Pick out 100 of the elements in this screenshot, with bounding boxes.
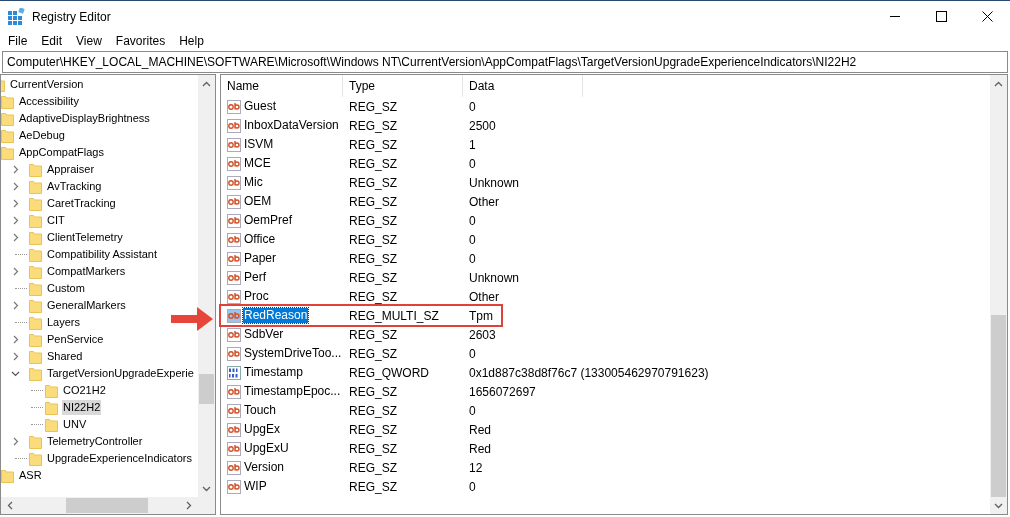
chevron-right-icon[interactable] (11, 335, 20, 344)
tree-item[interactable]: Layers (46, 315, 82, 330)
value-name[interactable]: Guest (243, 99, 277, 114)
chevron-right-icon[interactable] (11, 216, 20, 225)
column-header[interactable]: Name (221, 75, 343, 97)
value-type: REG_SZ (348, 269, 398, 287)
scroll-thumb[interactable] (66, 498, 148, 513)
vertical-scrollbar[interactable] (990, 75, 1007, 514)
value-name[interactable]: Version (243, 460, 286, 475)
column-header[interactable]: Type (343, 75, 463, 97)
folder-icon (29, 315, 42, 330)
value-name[interactable]: SdbVer (243, 327, 285, 342)
tree-item[interactable]: Appraiser (46, 162, 96, 177)
chevron-right-icon[interactable] (11, 165, 20, 174)
tree-item[interactable]: CO21H2 (62, 383, 107, 398)
value-name[interactable]: RedReason (243, 308, 309, 323)
value-name[interactable]: ISVM (243, 137, 275, 152)
value-data: 0 (468, 478, 476, 496)
value-name[interactable]: Office (243, 232, 277, 247)
value-data: Unknown (468, 174, 520, 192)
scroll-down-icon[interactable] (202, 484, 211, 493)
chevron-down-icon[interactable] (11, 369, 20, 378)
scroll-thumb[interactable] (991, 315, 1006, 497)
horizontal-scrollbar[interactable] (1, 497, 215, 514)
value-name[interactable]: WIP (243, 479, 268, 494)
vertical-scrollbar[interactable] (198, 75, 215, 497)
tree-item[interactable]: Accessibility (18, 94, 80, 109)
tree-item[interactable]: TelemetryController (46, 434, 144, 449)
tree-item[interactable]: Custom (46, 281, 86, 296)
menu-item[interactable]: Help (172, 32, 211, 51)
value-data: 2500 (468, 117, 496, 135)
tree-item[interactable]: PenService (46, 332, 105, 347)
menu-item[interactable]: File (1, 32, 35, 51)
chevron-right-icon[interactable] (11, 301, 20, 310)
chevron-right-icon[interactable] (11, 352, 20, 361)
scroll-right-icon[interactable] (184, 501, 193, 510)
value-name[interactable]: Paper (243, 251, 278, 266)
value-name[interactable]: OemPref (243, 213, 293, 228)
value-type: REG_SZ (348, 326, 398, 344)
string-value-icon (227, 422, 241, 437)
chevron-right-icon[interactable] (11, 267, 20, 276)
tree-item[interactable]: NI22H2 (62, 400, 102, 415)
menu-item[interactable]: Favorites (108, 32, 173, 51)
value-data: Other (468, 288, 499, 306)
tree-item[interactable]: ASR (18, 468, 43, 483)
tree-item[interactable]: AeDebug (18, 128, 66, 143)
tree-item[interactable]: Compatibility Assistant (46, 247, 159, 262)
string-value-icon (227, 194, 241, 209)
address-field[interactable]: Computer\HKEY_LOCAL_MACHINE\SOFTWARE\Microsoft\Windows NT\CurrentVersion\AppCompatFlags\TargetVersionUpgradeExperienceIndicators\NI22H2 (2, 51, 1008, 73)
value-name[interactable]: Proc (243, 289, 270, 304)
string-value-icon (227, 251, 241, 266)
value-name[interactable]: Perf (243, 270, 267, 285)
value-name[interactable]: TimestampEpoc... (243, 384, 342, 399)
chevron-right-icon[interactable] (11, 233, 20, 242)
value-name[interactable]: InboxDataVersion (243, 118, 340, 133)
value-data: Red (468, 440, 491, 458)
tree-item[interactable]: UNV (62, 417, 88, 432)
scroll-up-icon[interactable] (994, 80, 1003, 89)
menu-item[interactable]: View (69, 32, 109, 51)
value-name[interactable]: OEM (243, 194, 273, 209)
binary-value-icon (227, 365, 241, 380)
value-data: 0 (468, 155, 476, 173)
scroll-thumb[interactable] (199, 374, 214, 404)
value-type: REG_SZ (348, 345, 398, 363)
string-value-icon (227, 479, 241, 494)
folder-icon (1, 145, 14, 160)
tree-item[interactable]: Shared (46, 349, 84, 364)
tree-item[interactable]: UpgradeExperienceIndicators (46, 451, 193, 466)
tree-item[interactable]: GeneralMarkers (46, 298, 127, 313)
tree-item[interactable]: ClientTelemetry (46, 230, 124, 245)
tree-item[interactable]: CurrentVersion (9, 77, 85, 92)
value-name[interactable]: Timestamp (243, 365, 304, 380)
value-name[interactable]: Touch (243, 403, 278, 418)
maximize-icon[interactable] (935, 11, 947, 22)
value-name[interactable]: Mic (243, 175, 264, 190)
chevron-right-icon[interactable] (11, 182, 20, 191)
column-header[interactable]: Data (463, 75, 583, 97)
tree-item[interactable]: AdaptiveDisplayBrightness (18, 111, 151, 126)
chevron-right-icon[interactable] (11, 199, 20, 208)
value-name[interactable]: SystemDriveToo... (243, 346, 343, 361)
chevron-right-icon[interactable] (11, 437, 20, 446)
tree-item[interactable]: TargetVersionUpgradeExperie (46, 366, 195, 381)
close-icon[interactable] (981, 11, 993, 22)
scroll-left-icon[interactable] (6, 501, 15, 510)
tree-item[interactable]: CIT (46, 213, 66, 228)
value-name[interactable]: UpgEx (243, 422, 282, 437)
value-data: 1656072697 (468, 383, 536, 401)
value-type: REG_MULTI_SZ (348, 307, 440, 325)
value-name[interactable]: MCE (243, 156, 272, 171)
tree-item[interactable]: AppCompatFlags (18, 145, 105, 160)
tree-item[interactable]: AvTracking (46, 179, 103, 194)
folder-icon (29, 451, 42, 466)
tree-item[interactable]: CompatMarkers (46, 264, 127, 279)
tree-item[interactable]: CaretTracking (46, 196, 117, 211)
folder-icon (1, 111, 14, 126)
menu-item[interactable]: Edit (34, 32, 70, 51)
value-name[interactable]: UpgExU (243, 441, 290, 456)
scroll-up-icon[interactable] (202, 80, 211, 89)
scroll-down-icon[interactable] (994, 501, 1003, 510)
string-value-icon (227, 156, 241, 171)
